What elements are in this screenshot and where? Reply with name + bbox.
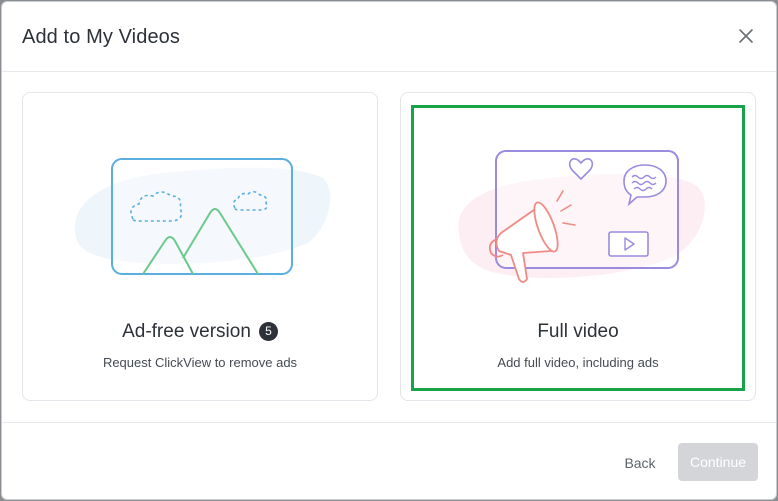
option-card-ad-free[interactable]: Ad-free version 5 Request ClickView to re… — [22, 92, 378, 401]
selected-indicator — [411, 105, 745, 391]
dialog-header: Add to My Videos — [2, 2, 776, 72]
option-subtitle: Add full video, including ads — [497, 355, 659, 370]
close-button[interactable] — [734, 24, 758, 48]
add-to-my-videos-dialog: Add to My Videos Ad-free version 5 Reques… — [1, 1, 777, 500]
option-subtitle: Request ClickView to remove ads — [102, 355, 298, 370]
landscape-image-icon — [74, 158, 331, 275]
dialog-footer: Back Continue — [2, 422, 776, 499]
option-title: Full video — [537, 321, 619, 342]
back-button[interactable]: Back — [614, 445, 666, 481]
option-card-full-video[interactable]: Full video Add full video, including ads — [400, 92, 756, 401]
option-title: Ad-free version 5 — [23, 321, 377, 343]
continue-button[interactable]: Continue — [678, 443, 758, 481]
close-icon — [739, 29, 753, 43]
dialog-body: Ad-free version 5 Request ClickView to re… — [2, 72, 776, 422]
count-badge: 5 — [258, 322, 278, 341]
dialog-title: Add to My Videos — [22, 26, 180, 48]
